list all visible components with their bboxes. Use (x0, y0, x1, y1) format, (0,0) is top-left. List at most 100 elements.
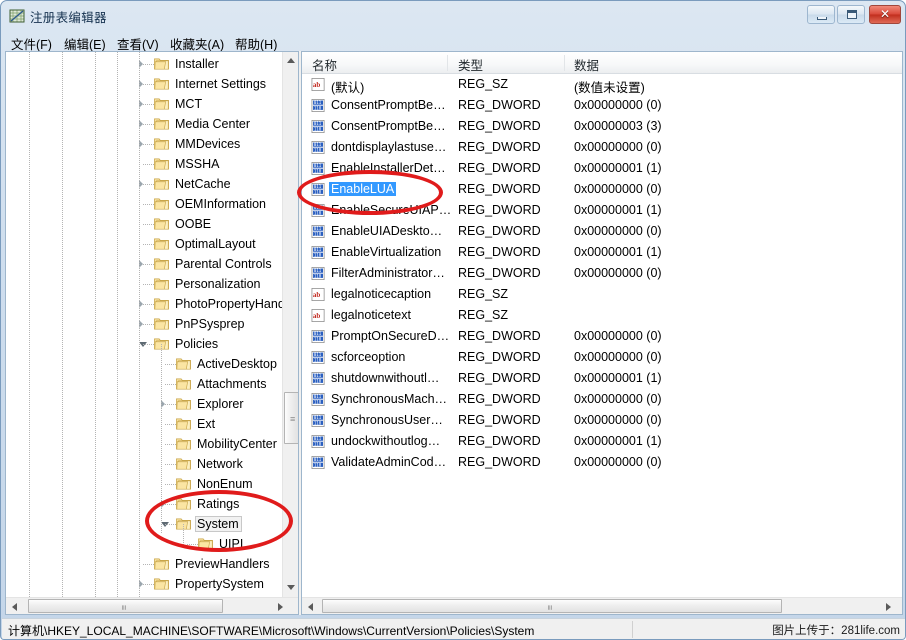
value-row[interactable]: 011110ValidateAdminCod…REG_DWORD0x000000… (302, 452, 902, 473)
close-button[interactable]: ✕ (869, 5, 901, 24)
value-row[interactable]: 011110ConsentPromptBe…REG_DWORD0x0000000… (302, 116, 902, 137)
folder-icon (154, 137, 169, 151)
svg-text:110: 110 (314, 336, 322, 341)
client-area: InstallerInternet Settings MCT Media Cente… (5, 51, 903, 615)
value-row[interactable]: 011110FilterAdministrator…REG_DWORD0x000… (302, 263, 902, 284)
tree-scroll-down-icon[interactable] (287, 585, 295, 590)
values-list[interactable]: ab(默认)REG_SZ(数值未设置)011110ConsentPromptBe… (302, 74, 902, 594)
tree-item-internet-settings[interactable]: Internet Settings (6, 74, 282, 94)
values-horizontal-scrollbar[interactable]: ≡ (302, 597, 902, 614)
registry-tree[interactable]: InstallerInternet Settings MCT Media Cente… (6, 52, 282, 597)
value-name: ConsentPromptBe… (329, 98, 448, 112)
tree-item-activedesktop[interactable]: ActiveDesktop (6, 354, 282, 374)
tree-vertical-scrollbar[interactable]: ≡ (282, 52, 299, 597)
tree-scroll-right-icon[interactable] (278, 603, 283, 611)
column-divider-1[interactable] (447, 55, 448, 71)
tree-item-personalization[interactable]: Personalization (6, 274, 282, 294)
value-row[interactable]: 011110EnableInstallerDet…REG_DWORD0x0000… (302, 158, 902, 179)
value-row[interactable]: 011110SynchronousUser…REG_DWORD0x0000000… (302, 410, 902, 431)
values-scroll-right-icon[interactable] (886, 603, 891, 611)
tree-horizontal-scrollbar[interactable]: ≡ (6, 597, 298, 614)
value-row[interactable]: 011110dontdisplaylastuse…REG_DWORD0x0000… (302, 137, 902, 158)
value-row[interactable]: 011110PromptOnSecureD…REG_DWORD0x0000000… (302, 326, 902, 347)
tree-item-mct[interactable]: MCT (6, 94, 282, 114)
value-row[interactable]: 011110EnableLUAREG_DWORD0x00000000 (0) (302, 179, 902, 200)
column-header-type[interactable]: 类型 (458, 55, 483, 74)
tree-item-oeminformation[interactable]: OEMInformation (6, 194, 282, 214)
tree-item-netcache[interactable]: NetCache (6, 174, 282, 194)
tree-scroll-grip-icon: ≡ (290, 415, 295, 424)
values-hscroll-thumb[interactable]: ≡ (322, 599, 782, 613)
tree-item-system[interactable]: System (6, 514, 282, 534)
tree-item-mobilitycenter[interactable]: MobilityCenter (6, 434, 282, 454)
tree-item-optimallayout[interactable]: OptimalLayout (6, 234, 282, 254)
value-row[interactable]: 011110ConsentPromptBe…REG_DWORD0x0000000… (302, 95, 902, 116)
value-row[interactable]: 011110EnableVirtualizationREG_DWORD0x000… (302, 242, 902, 263)
tree-scroll-left-icon[interactable] (12, 603, 17, 611)
tree-hscroll-thumb[interactable]: ≡ (28, 599, 223, 613)
value-row[interactable]: 011110EnableSecureUIAP…REG_DWORD0x000000… (302, 200, 902, 221)
dword-value-icon: 011110 (311, 350, 326, 365)
tree-connector-line (165, 524, 176, 525)
tree-item-label: Personalization (173, 276, 263, 292)
tree-item-mmdevices[interactable]: MMDevices (6, 134, 282, 154)
tree-item-policies[interactable]: Policies (6, 334, 282, 354)
tree-item-mssha[interactable]: MSSHA (6, 154, 282, 174)
folder-icon (154, 77, 169, 91)
tree-item-photopropertyhand[interactable]: PhotoPropertyHand (6, 294, 282, 314)
tree-item-installer[interactable]: Installer (6, 54, 282, 74)
value-row[interactable]: 011110undockwithoutlog…REG_DWORD0x000000… (302, 431, 902, 452)
tree-item-parental-controls[interactable]: Parental Controls (6, 254, 282, 274)
tree-connector-line (165, 484, 176, 485)
value-data: 0x00000000 (0) (574, 182, 662, 196)
value-row[interactable]: 011110shutdownwithoutl…REG_DWORD0x000000… (302, 368, 902, 389)
minimize-button[interactable] (807, 5, 835, 24)
tree-item-media-center[interactable]: Media Center (6, 114, 282, 134)
value-name: EnableLUA (329, 182, 396, 196)
svg-text:110: 110 (314, 399, 322, 404)
tree-item-oobe[interactable]: OOBE (6, 214, 282, 234)
value-data: 0x00000001 (1) (574, 245, 662, 259)
tree-item-pnpsysprep[interactable]: PnPSysprep (6, 314, 282, 334)
tree-item-label: MCT (173, 96, 205, 112)
tree-item-ext[interactable]: Ext (6, 414, 282, 434)
tree-item-previewhandlers[interactable]: PreviewHandlers (6, 554, 282, 574)
folder-icon (154, 217, 169, 231)
column-header-data[interactable]: 数据 (574, 55, 599, 74)
tree-connector-line (143, 104, 154, 105)
value-row[interactable]: 011110SynchronousMach…REG_DWORD0x0000000… (302, 389, 902, 410)
dword-value-icon: 011110 (311, 161, 326, 176)
maximize-button[interactable] (837, 5, 865, 24)
value-row[interactable]: 011110EnableUIADeskto…REG_DWORD0x0000000… (302, 221, 902, 242)
svg-text:110: 110 (314, 189, 322, 194)
column-header-name[interactable]: 名称 (312, 55, 337, 74)
value-data: (数值未设置) (574, 77, 645, 96)
tree-item-nonenum[interactable]: NonEnum (6, 474, 282, 494)
folder-icon (154, 157, 169, 171)
value-name: EnableInstallerDet… (329, 161, 448, 175)
value-row[interactable]: ab(默认)REG_SZ(数值未设置) (302, 74, 902, 95)
tree-connector-line (143, 224, 154, 225)
tree-item-network[interactable]: Network (6, 454, 282, 474)
tree-item-ratings[interactable]: Ratings (6, 494, 282, 514)
column-divider-2[interactable] (564, 55, 565, 71)
tree-connector-line (143, 564, 154, 565)
value-row[interactable]: ablegalnoticecaptionREG_SZ (302, 284, 902, 305)
maximize-icon (847, 10, 857, 19)
value-data: 0x00000001 (1) (574, 203, 662, 217)
value-row[interactable]: ablegalnoticetextREG_SZ (302, 305, 902, 326)
value-type: REG_SZ (458, 308, 508, 322)
tree-item-attachments[interactable]: Attachments (6, 374, 282, 394)
tree-item-propertysystem[interactable]: PropertySystem (6, 574, 282, 594)
tree-scroll-thumb[interactable]: ≡ (284, 392, 299, 444)
value-row[interactable]: 011110scforceoptionREG_DWORD0x00000000 (… (302, 347, 902, 368)
tree-connector-line (187, 544, 198, 545)
tree-scroll-up-icon[interactable] (287, 58, 295, 63)
tree-item-label: NonEnum (195, 476, 256, 492)
values-scroll-left-icon[interactable] (308, 603, 313, 611)
tree-connector-line (143, 264, 154, 265)
dword-value-icon: 011110 (311, 98, 326, 113)
tree-item-uipi[interactable]: UIPI (6, 534, 282, 554)
dword-value-icon: 011110 (311, 224, 326, 239)
tree-item-explorer[interactable]: Explorer (6, 394, 282, 414)
